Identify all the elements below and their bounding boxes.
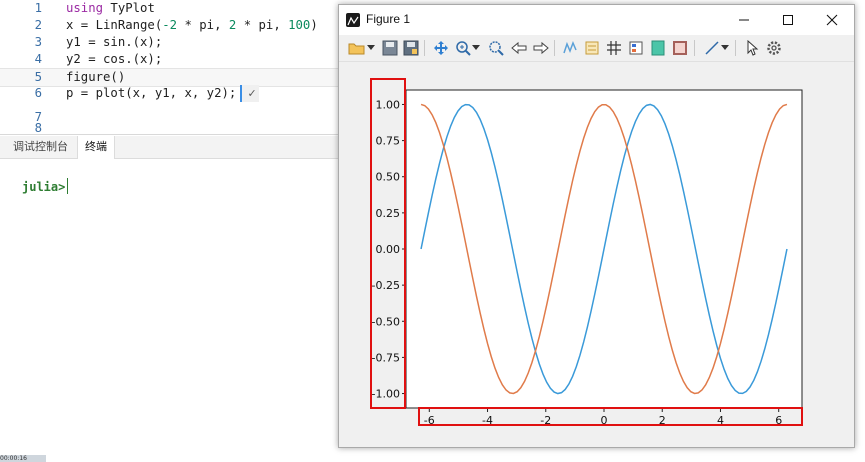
minimize-button[interactable] [722,5,766,35]
y-tick-label: 0.25 [376,207,401,220]
code-text: using TyPlot [66,1,155,15]
chevron-down-icon[interactable] [720,38,730,58]
x-axis-highlight-box [418,407,803,426]
code-text: y2 = cos.(x); [66,52,163,66]
maximize-button[interactable] [766,5,810,35]
zoom-in-icon[interactable] [453,38,473,58]
y-tick-label: -1.00 [372,388,400,401]
code-editor[interactable]: 1 using TyPlot 2 x = LinRange(-2 * pi, 2 * … [0,0,360,135]
toolbar-separator [554,40,555,56]
tab-terminal[interactable]: 终端 [77,136,115,159]
legend-icon[interactable] [582,38,602,58]
chevron-down-icon[interactable] [471,38,481,58]
app-icon [346,13,360,27]
y-tick-label: -0.50 [372,315,400,328]
julia-prompt: julia> [22,180,66,194]
line-tool-icon[interactable] [702,38,722,58]
toolbar-separator [424,40,425,56]
y-tick-label: 0.50 [376,171,401,184]
code-text: figure() [66,70,126,84]
line-number: 6 [34,86,42,100]
code-line[interactable]: 3 y1 = sin.(x); [0,34,340,51]
fill-icon[interactable] [648,38,668,58]
toolbar-separator [694,40,695,56]
pan-icon[interactable] [431,38,451,58]
plot-canvas[interactable]: 1.00 0.75 0.50 0.25 0.00 -0.25 -0.50 -0.75 -1.00… [339,62,854,446]
terminal[interactable]: julia> [0,159,340,449]
status-text: 00:00:16 [0,455,46,462]
line-number: 4 [34,52,42,66]
code-text: y1 = sin.(x); [66,35,163,49]
data-cursor-icon[interactable] [560,38,580,58]
code-text: x = LinRange(-2 * pi, 2 * pi, 100) [66,18,318,32]
select-pointer-icon[interactable] [742,38,762,58]
code-line[interactable]: 4 y2 = cos.(x); [0,51,340,68]
zoom-fit-icon[interactable] [486,38,506,58]
line-number: 5 [34,70,42,84]
close-button[interactable] [810,5,854,35]
tab-debug-console[interactable]: 调试控制台 [6,136,75,158]
code-line[interactable]: 6 p = plot(x, y1, x, y2); ✓ [0,85,340,102]
maximize-icon [783,15,793,25]
y-tick-label: 0.75 [376,135,401,148]
grid-icon[interactable] [604,38,624,58]
line-number: 1 [34,1,42,15]
line-number: 2 [34,18,42,32]
settings-gear-icon[interactable] [764,38,784,58]
y-tick-label: 1.00 [376,98,401,111]
figure-window: Figure 1 1.00 0.75 0.50 0.25 0.00 -0.25 … [338,4,855,448]
save-icon[interactable] [380,38,400,58]
window-title: Figure 1 [366,12,411,26]
back-icon[interactable] [509,38,529,58]
y-tick-label: -0.75 [372,351,400,364]
y-tick-label: 0.00 [376,243,401,256]
close-icon [826,14,838,26]
panel-divider [0,134,340,135]
code-line[interactable]: 2 x = LinRange(-2 * pi, 2 * pi, 100) [0,17,340,34]
line-number: 3 [34,35,42,49]
terminal-cursor [67,178,68,194]
frame-icon[interactable] [670,38,690,58]
code-line[interactable]: 1 using TyPlot [0,0,340,17]
panel-tab-bar: 调试控制台 终端 [0,136,340,159]
figure-titlebar[interactable]: Figure 1 [339,5,854,35]
minimize-icon [739,19,749,21]
forward-icon[interactable] [531,38,551,58]
toolbar-separator [735,40,736,56]
inline-result-check: ✓ [240,85,259,102]
open-folder-icon[interactable] [347,38,367,58]
colorbar-icon[interactable] [626,38,646,58]
code-text: p = plot(x, y1, x, y2); ✓ [66,85,259,102]
figure-toolbar [339,35,854,62]
chevron-down-icon[interactable] [366,38,376,58]
save-as-icon[interactable] [401,38,421,58]
y-tick-label: -0.25 [372,279,400,292]
